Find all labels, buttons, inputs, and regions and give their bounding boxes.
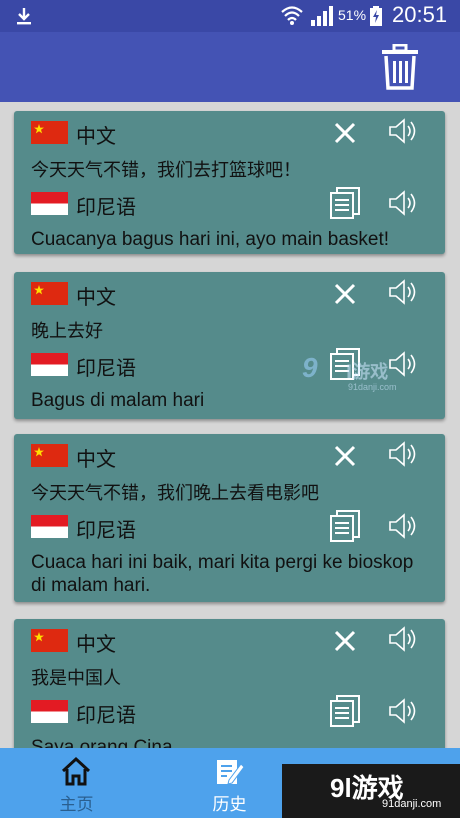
status-bar: 51% 20:51	[0, 0, 460, 32]
source-language-label: 中文	[76, 124, 116, 148]
watermark-center: 9 l游戏 91danji.com	[302, 352, 402, 400]
speaker-icon[interactable]	[388, 189, 418, 217]
source-text: 今天天气不错，我们晚上去看电影吧	[31, 483, 319, 504]
close-icon[interactable]	[332, 443, 358, 469]
watermark-logo: 9	[302, 352, 318, 383]
source-text: 晚上去好	[31, 321, 103, 342]
download-icon	[17, 8, 31, 25]
copy-icon[interactable]	[330, 187, 360, 219]
watermark-text: l游戏	[346, 362, 389, 383]
nav-home[interactable]: 主页	[0, 748, 153, 818]
china-flag-icon	[31, 444, 68, 467]
source-language-label: 中文	[76, 285, 116, 309]
speaker-icon[interactable]	[388, 440, 418, 468]
source-text: 今天天气不错，我们去打篮球吧！	[31, 160, 301, 181]
speaker-icon[interactable]	[388, 697, 418, 725]
translation-card: 中文 今天天气不错，我们去打篮球吧！ 印尼语 Cuacanya bagus ha…	[14, 111, 445, 254]
target-language-label: 印尼语	[76, 518, 136, 542]
watermark-url: 91danji.com	[348, 382, 397, 392]
close-icon[interactable]	[332, 281, 358, 307]
watermark-corner: 9l游戏 91danji.com	[282, 764, 460, 818]
speaker-icon[interactable]	[388, 512, 418, 540]
nav-home-label: 主页	[59, 795, 94, 815]
china-flag-icon	[31, 121, 68, 144]
target-language-label: 印尼语	[76, 356, 136, 380]
translated-text: Cuacanya bagus hari ini, ayo main basket…	[31, 229, 390, 250]
source-language-label: 中文	[76, 632, 116, 656]
clock: 20:51	[392, 2, 448, 27]
target-language-label: 印尼语	[76, 703, 136, 727]
target-language-label: 印尼语	[76, 195, 136, 219]
battery-charging-icon	[370, 6, 382, 26]
signal-icon	[311, 6, 333, 26]
battery-percent: 51%	[338, 7, 367, 23]
speaker-icon[interactable]	[388, 278, 418, 306]
china-flag-icon	[31, 282, 68, 305]
source-language-label: 中文	[76, 447, 116, 471]
indonesia-flag-icon	[31, 515, 68, 538]
speaker-icon[interactable]	[388, 117, 418, 145]
china-flag-icon	[31, 629, 68, 652]
close-icon[interactable]	[332, 628, 358, 654]
translation-card: 中文 今天天气不错，我们晚上去看电影吧 印尼语 Cuaca hari ini b…	[14, 434, 445, 602]
history-icon	[217, 760, 245, 785]
speaker-icon[interactable]	[388, 625, 418, 653]
trash-icon[interactable]	[378, 44, 422, 90]
wifi-icon	[281, 6, 303, 25]
app-bar	[0, 32, 460, 102]
source-text: 我是中国人	[31, 668, 121, 689]
translated-text: Cuaca hari ini baik, mari kita pergi ke …	[31, 552, 414, 596]
indonesia-flag-icon	[31, 700, 68, 723]
indonesia-flag-icon	[31, 353, 68, 376]
copy-icon[interactable]	[330, 695, 360, 727]
indonesia-flag-icon	[31, 192, 68, 215]
close-icon[interactable]	[332, 120, 358, 146]
copy-icon[interactable]	[330, 510, 360, 542]
watermark-url: 91danji.com	[382, 798, 442, 810]
home-icon	[61, 756, 91, 786]
